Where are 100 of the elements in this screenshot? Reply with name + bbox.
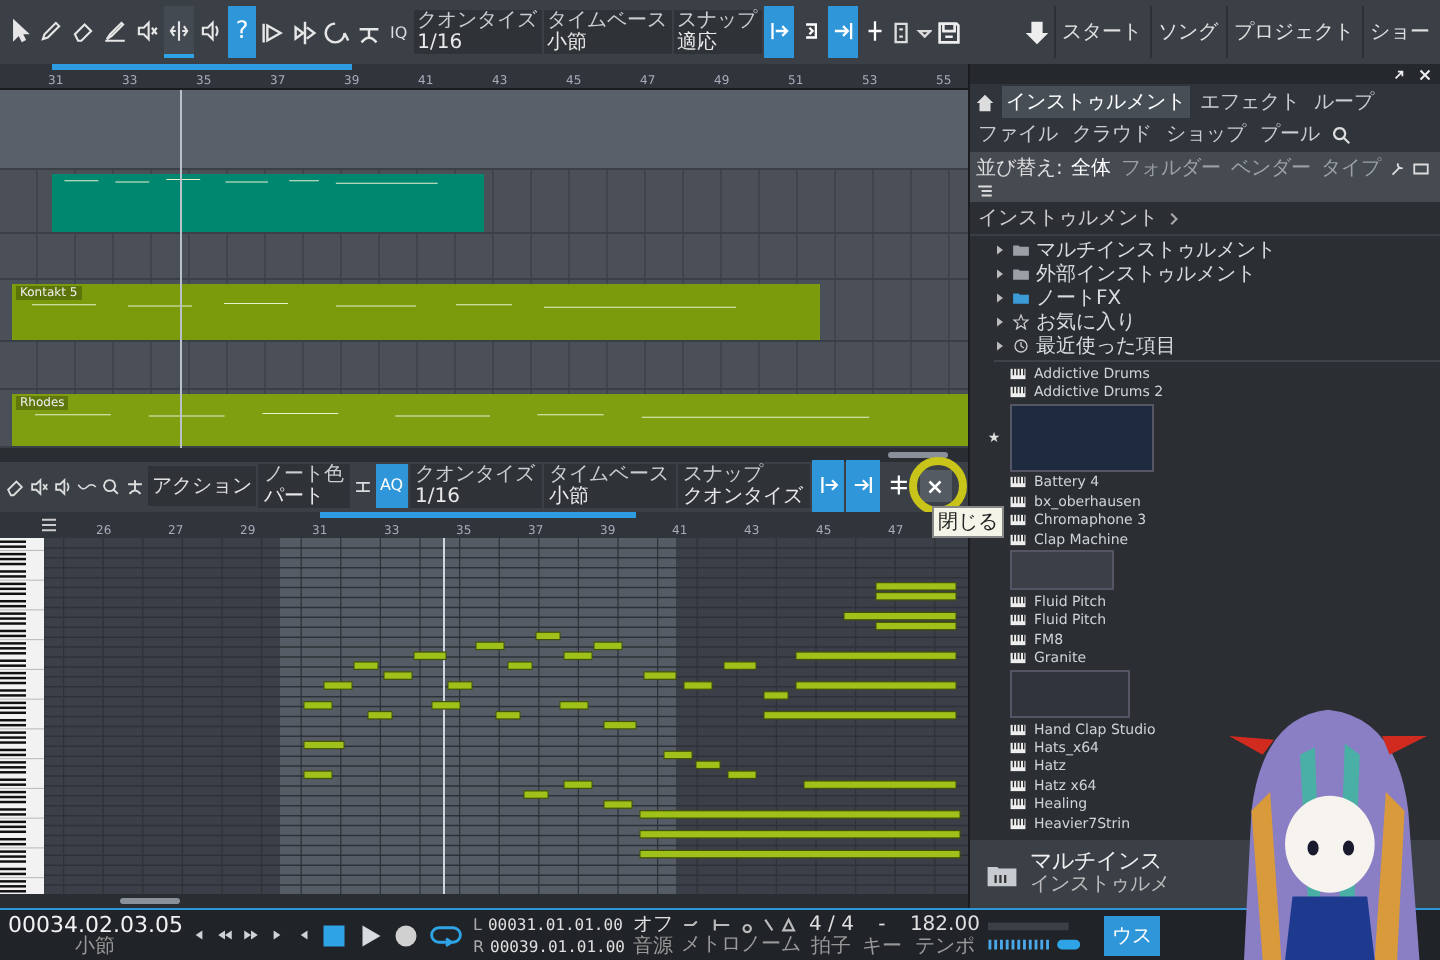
mute-speaker-icon (134, 17, 160, 43)
horizontal-scrollbar[interactable] (0, 894, 968, 908)
speaker-icon (198, 17, 224, 43)
key-value[interactable]: - (878, 913, 886, 935)
quantize-dropdown[interactable]: クオンタイズ 1/16 (413, 10, 542, 54)
folder-row[interactable]: 最近使った項目 (994, 334, 1176, 358)
close-editor-button[interactable] (919, 470, 952, 502)
zoom-icon[interactable] (100, 475, 122, 497)
browser-tab[interactable]: クラウド (1068, 118, 1156, 150)
breadcrumb-link[interactable]: インストゥルメント (978, 204, 1158, 232)
timebase-dropdown[interactable]: タイムベース 小節 (543, 10, 672, 54)
bend-tool-icon[interactable] (124, 475, 146, 497)
close-icon[interactable] (1416, 65, 1434, 83)
close-icon (924, 475, 947, 497)
quantize-dropdown[interactable]: クオンタイズ 1/16 (409, 464, 541, 508)
expand-icon[interactable] (1390, 65, 1408, 83)
grid-options-icon[interactable] (891, 17, 932, 47)
info-title: マルチインス (1030, 850, 1164, 874)
snap-divider-icon (886, 471, 912, 497)
folder-row[interactable]: お気に入り (994, 310, 1136, 334)
folder-row[interactable]: ノートFX (994, 286, 1122, 310)
source-value[interactable]: オフ (632, 913, 673, 935)
plugin-screenshot (1010, 669, 1130, 718)
page-nav-button[interactable]: ソング (1150, 6, 1224, 58)
piano-keyboard-drawing[interactable] (0, 537, 44, 894)
keyboard-icon (1010, 741, 1026, 754)
snap-dropdown[interactable]: スナップ クオンタイズ (677, 464, 809, 508)
pencil-icon (38, 17, 64, 43)
snap-arrow-icon (829, 17, 856, 43)
marker-split-icon[interactable] (290, 17, 320, 47)
source-label: 音源 (632, 935, 673, 957)
keyboard-icon (1010, 614, 1026, 627)
wrench-icon[interactable] (1388, 159, 1407, 177)
record-button[interactable] (394, 923, 419, 947)
page-nav-button[interactable]: ショー (1362, 6, 1436, 58)
right-locator-label: R (472, 935, 485, 957)
sort-option[interactable]: 全体 (1068, 154, 1113, 182)
timebase-dropdown[interactable]: タイムベース 小節 (543, 464, 675, 508)
split-tool-tool-button[interactable] (164, 6, 194, 58)
keyboard-icon (1010, 817, 1026, 830)
paintbrush-icon (102, 17, 128, 43)
keyboard-icon (1010, 798, 1026, 811)
down-arrow-icon[interactable] (1022, 17, 1052, 47)
metronome-label: メトロノーム (680, 933, 801, 955)
search-icon[interactable] (1330, 123, 1352, 145)
browser-tab[interactable]: インストゥルメント (1002, 86, 1190, 118)
page-nav-button[interactable]: プロジェクト (1226, 6, 1360, 58)
browser-tab[interactable]: ショップ (1162, 118, 1250, 150)
sort-label: 並び替え: (976, 155, 1063, 182)
rewind-icon[interactable] (216, 926, 235, 944)
snap-mode-button[interactable] (811, 460, 845, 512)
right-locator-value[interactable]: 00039.01.01.00 (490, 935, 625, 957)
time-format-selector[interactable]: 小節 (75, 935, 116, 957)
signature-label: 拍子 (811, 935, 852, 957)
menu-icon[interactable] (40, 517, 58, 531)
eraser-icon[interactable] (4, 475, 26, 497)
keyboard-icon (1010, 652, 1026, 665)
left-locator-value[interactable]: 00031.01.01.00 (487, 913, 623, 935)
note-color-dropdown[interactable]: ノート色 パート (258, 464, 350, 508)
browser-tab[interactable]: ループ (1310, 86, 1378, 118)
loop-button[interactable] (428, 922, 465, 948)
tempo-label: テンポ (914, 935, 975, 957)
tempo-value[interactable]: 182.00 (909, 913, 980, 935)
page-nav-button[interactable]: スタート (1054, 6, 1148, 58)
folder-row[interactable]: 外部インストゥルメント (994, 262, 1256, 286)
metronome-options-drawing[interactable] (682, 915, 799, 933)
split-tool-icon (166, 17, 192, 43)
keyboard-icon (1010, 367, 1026, 380)
list-view-icon[interactable] (976, 182, 994, 200)
snap-mode-button[interactable] (763, 6, 794, 58)
loop-range-bar[interactable] (320, 511, 636, 517)
speaker-icon[interactable] (52, 475, 74, 497)
snap-arrow-icon (850, 471, 877, 497)
iq-label[interactable]: IQ (386, 23, 412, 41)
snap-mode-button[interactable] (827, 6, 858, 58)
stop-button[interactable] (322, 923, 347, 947)
fast-forward-icon[interactable] (242, 926, 261, 944)
snap-mode-button[interactable] (846, 460, 881, 512)
browser-tab[interactable]: ファイル (974, 118, 1062, 150)
midi-notes-drawing[interactable] (44, 537, 968, 894)
play-button[interactable] (358, 923, 383, 947)
window-icon[interactable] (1412, 159, 1431, 177)
folder-row[interactable]: マルチインストゥルメント (994, 238, 1276, 262)
plugin-screenshot (1010, 550, 1114, 591)
keyboard-icon (1010, 760, 1026, 773)
signature-value[interactable]: 4 / 4 (808, 913, 854, 935)
keyboard-icon (1010, 495, 1026, 508)
snap-dropdown[interactable]: スナップ 適応 (673, 10, 762, 54)
save-icon[interactable] (933, 17, 964, 47)
browser-tab[interactable]: エフェクト (1196, 86, 1304, 118)
home-icon[interactable] (974, 91, 996, 113)
action-menu-button[interactable]: アクション (148, 466, 256, 506)
instrument-folder-icon (986, 861, 1018, 887)
browser-tab[interactable]: プール (1256, 118, 1324, 150)
clock-icon (1012, 338, 1030, 354)
mute-speaker-icon[interactable] (28, 475, 50, 497)
zoom-loop-icon[interactable] (322, 17, 352, 47)
chevron-right-icon[interactable] (1166, 211, 1180, 225)
snap-left-icon (815, 471, 841, 497)
cursor-highlight-ring (908, 455, 968, 515)
